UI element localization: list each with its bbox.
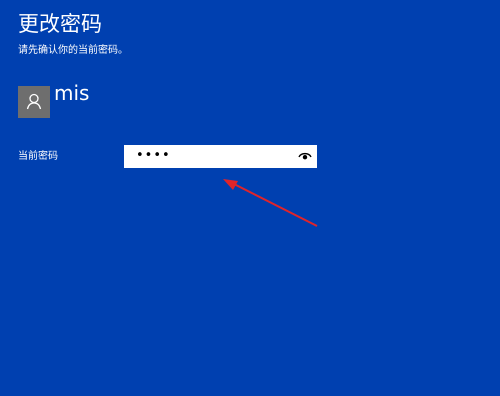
annotation-arrow-line	[233, 183, 318, 227]
annotation-arrow	[223, 179, 318, 227]
user-icon	[26, 93, 42, 110]
current-password-value: ••••	[136, 148, 171, 163]
avatar	[18, 86, 50, 118]
annotation-arrow-head	[223, 179, 238, 190]
page-subtitle: 请先确认你的当前密码。	[18, 45, 128, 56]
username: mis	[54, 81, 90, 105]
current-password-input[interactable]: ••••	[124, 145, 317, 168]
page-title: 更改密码	[18, 12, 102, 36]
eye-icon[interactable]	[298, 151, 312, 161]
current-password-label: 当前密码	[18, 151, 58, 162]
